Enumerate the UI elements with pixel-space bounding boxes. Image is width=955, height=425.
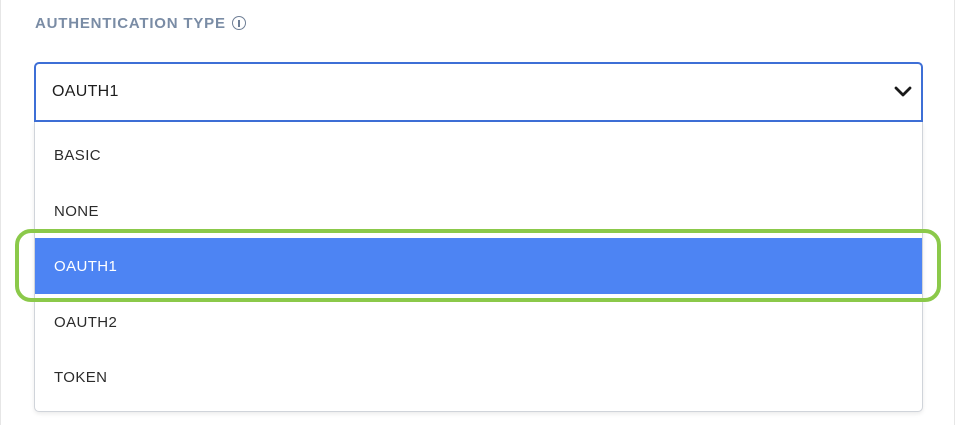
auth-type-label-text: AUTHENTICATION TYPE <box>35 14 226 32</box>
auth-type-dropdown-list: BASIC NONE OAUTH1 OAUTH2 TOKEN <box>34 122 923 412</box>
option-oauth1[interactable]: OAUTH1 <box>35 238 922 294</box>
option-none[interactable]: NONE <box>35 183 922 239</box>
auth-type-selected-value: OAUTH1 <box>52 83 119 100</box>
auth-type-select[interactable]: OAUTH1 <box>34 62 923 122</box>
auth-settings-panel: AUTHENTICATION TYPE OAUTH1 BASIC NONE OA… <box>0 0 955 425</box>
auth-type-label: AUTHENTICATION TYPE <box>35 12 246 34</box>
option-oauth2[interactable]: OAUTH2 <box>35 294 922 350</box>
chevron-down-icon[interactable] <box>893 82 913 102</box>
option-basic[interactable]: BASIC <box>35 127 922 183</box>
option-token[interactable]: TOKEN <box>35 349 922 405</box>
info-icon[interactable] <box>231 16 246 30</box>
